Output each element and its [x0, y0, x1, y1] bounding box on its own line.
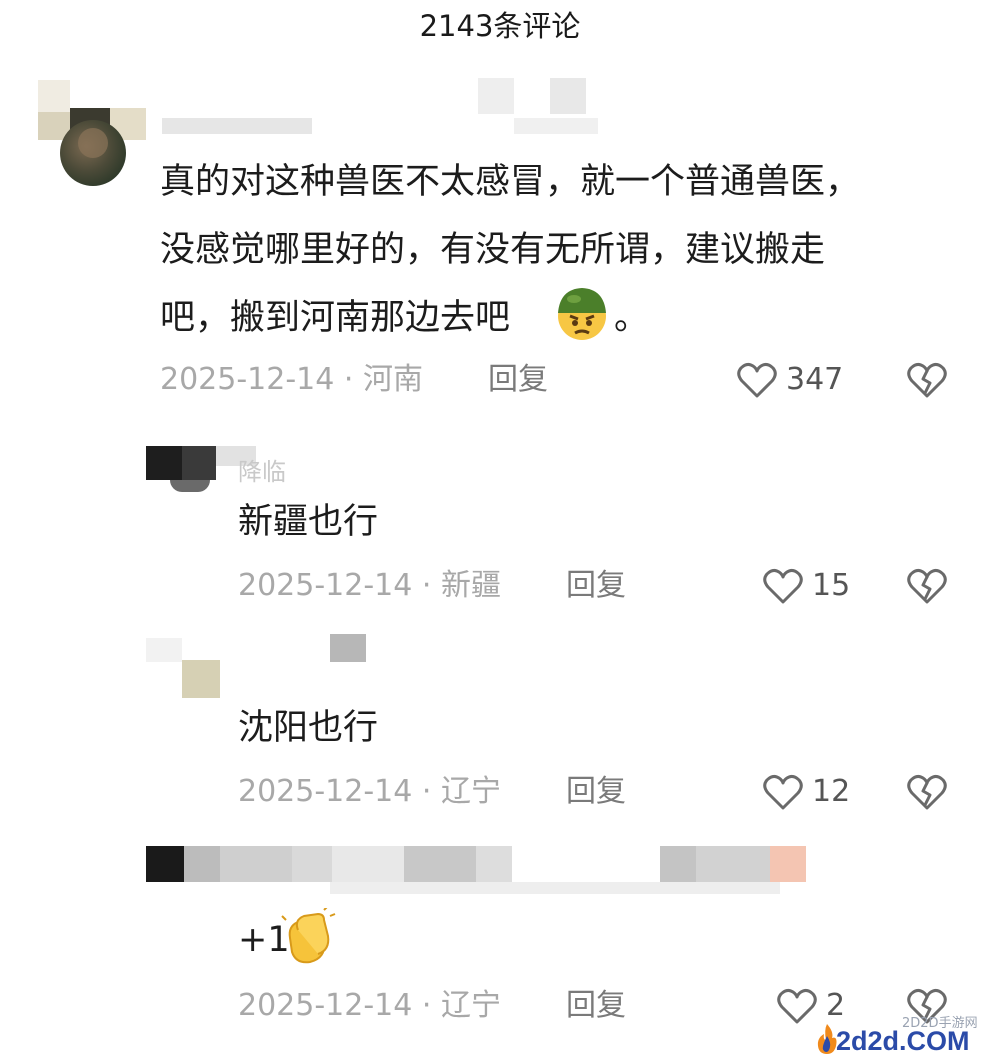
username-redaction-blur	[146, 446, 182, 480]
heart-outline-icon	[763, 568, 803, 604]
like-button[interactable]: 347	[736, 358, 856, 402]
username-redaction-blur	[162, 118, 312, 134]
username-redaction-blur	[220, 846, 292, 882]
username-redaction-blur	[476, 846, 512, 882]
like-button[interactable]: 12	[762, 770, 862, 814]
comment-meta-row: 2025-12-14 · 辽宁 回复 12	[238, 770, 978, 814]
avatar[interactable]	[60, 120, 126, 186]
username-redaction-blur	[146, 638, 182, 662]
username-redaction-blur	[38, 80, 70, 112]
username-redaction-blur	[550, 78, 586, 114]
like-button[interactable]: 15	[762, 564, 862, 608]
comment-text-line: 真的对这种兽医不太感冒，就一个普通兽医，	[160, 162, 861, 202]
comment-date-location: 2025-12-14 · 辽宁	[238, 988, 501, 1023]
username-redaction-blur	[184, 846, 220, 882]
site-watermark: 2D2D手游网 2d2d.COM	[810, 1012, 998, 1058]
comment-meta-row: 2025-12-14 · 河南 回复 347	[160, 358, 960, 402]
comment-text-line: 。	[614, 298, 650, 338]
comment-count-title: 2143条评论	[419, 9, 581, 43]
comment-date-location: 2025-12-14 · 新疆	[238, 568, 501, 603]
username-redaction-blur	[182, 446, 216, 480]
username-redaction-blur	[404, 846, 476, 882]
watermark-domain-text: 2d2d.COM	[836, 1026, 970, 1056]
comment-text-line: 没感觉哪里好的，有没有无所谓，建议搬走	[160, 230, 826, 270]
reply-button[interactable]: 回复	[566, 984, 626, 1028]
username-redaction-blur	[330, 882, 780, 894]
username-redaction-blur	[696, 846, 770, 882]
reply-button[interactable]: 回复	[566, 770, 626, 814]
reply-button[interactable]: 回复	[566, 564, 626, 608]
username-redaction-blur	[182, 660, 220, 698]
broken-heart-icon[interactable]	[906, 566, 948, 606]
username-redaction-blur	[770, 846, 806, 882]
broken-heart-icon[interactable]	[906, 772, 948, 812]
angry-soldier-emoji-icon	[558, 288, 606, 340]
username-redaction-blur	[146, 846, 184, 882]
comment-date-location: 2025-12-14 · 河南	[160, 362, 423, 397]
broken-heart-icon[interactable]	[906, 360, 948, 400]
heart-outline-icon	[763, 774, 803, 810]
username-redaction-blur	[332, 846, 404, 882]
like-count: 12	[812, 774, 851, 809]
username-redaction-blur	[478, 78, 514, 114]
username-redaction-blur	[292, 846, 332, 882]
comment-text-line: 沈阳也行	[238, 708, 379, 748]
avatar-partial	[170, 480, 210, 492]
comment-text-line: 吧，搬到河南那边去吧	[160, 298, 511, 338]
clapping-hands-emoji-icon	[281, 908, 336, 964]
reply-button[interactable]: 回复	[488, 358, 548, 402]
comment-text-line: 新疆也行	[238, 502, 379, 542]
like-count: 347	[786, 362, 844, 397]
username-redaction-blur	[660, 846, 696, 882]
reply-username-partial[interactable]: 降临	[238, 452, 286, 487]
like-count: 15	[812, 568, 851, 603]
comment-meta-row: 2025-12-14 · 新疆 回复 15	[238, 564, 978, 608]
username-redaction-blur	[514, 118, 598, 134]
username-redaction-blur	[330, 634, 366, 662]
comment-date-location: 2025-12-14 · 辽宁	[238, 774, 501, 809]
heart-outline-icon	[737, 362, 777, 398]
